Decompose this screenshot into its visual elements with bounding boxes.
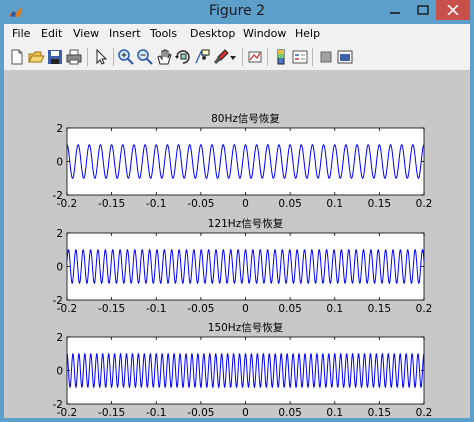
save-icon[interactable] [46, 48, 64, 66]
subplot-121hz[interactable]: 121Hz信号恢复 -0.2 -0.15 -0.1 -0.05 0 0.05 0.1 0.15… [53, 217, 433, 315]
y-tick-label: 2 [56, 123, 63, 135]
minimize-button[interactable] [381, 0, 409, 20]
x-tick-label: 0.05 [278, 303, 301, 315]
y-tick-label: 0 [56, 262, 63, 274]
brush-icon[interactable] [212, 48, 230, 66]
x-tick-label: -0.05 [187, 198, 214, 210]
y-tick-label: -2 [53, 399, 63, 411]
x-tick-label: 0.2 [416, 198, 433, 210]
x-tick-label: -0.1 [146, 407, 167, 418]
x-tick-label: 0.15 [368, 303, 391, 315]
menu-file[interactable]: File [12, 27, 30, 40]
rotate-3d-icon[interactable] [174, 48, 192, 66]
x-tick-label: 0.05 [278, 407, 301, 418]
x-tick-label: 0 [242, 303, 249, 315]
y-tick-label: 2 [56, 332, 63, 344]
subplot-title: 150Hz信号恢复 [208, 321, 284, 334]
x-tick-label: -0.15 [98, 407, 125, 418]
maximize-button[interactable] [409, 0, 437, 20]
print-icon[interactable] [65, 48, 83, 66]
zoom-in-icon[interactable] [117, 48, 135, 66]
toolbar-separator [113, 48, 114, 66]
x-tick-label: 0 [242, 198, 249, 210]
menu-help[interactable]: Help [295, 27, 320, 40]
hide-plot-tools-icon[interactable] [317, 48, 335, 66]
menu-edit[interactable]: Edit [41, 27, 62, 40]
figure-window: Figure 2 File Edit View Insert Tools Des… [0, 0, 474, 422]
menu-tools[interactable]: Tools [150, 27, 177, 40]
menu-desktop[interactable]: Desktop [190, 27, 235, 40]
title-bar[interactable]: Figure 2 [0, 0, 474, 24]
x-tick-label: -0.1 [146, 198, 167, 210]
subplot-150hz[interactable]: 150Hz信号恢复 -0.2 -0.15 -0.1 -0.05 0 0.05 0.1 0.15… [53, 321, 433, 419]
menu-view[interactable]: View [73, 27, 99, 40]
axes-box [66, 336, 425, 405]
figure-toolbar [4, 44, 470, 71]
brush-dropdown-icon[interactable] [229, 48, 237, 66]
insert-colorbar-icon[interactable] [272, 48, 290, 66]
pan-icon[interactable] [155, 48, 173, 66]
edit-plot-icon[interactable] [92, 48, 110, 66]
open-file-icon[interactable] [27, 48, 45, 66]
x-tick-label: -0.05 [187, 407, 214, 418]
data-cursor-icon[interactable] [193, 48, 211, 66]
x-tick-label: 0.15 [368, 198, 391, 210]
x-tick-label: -0.1 [146, 303, 167, 315]
subplot-title: 80Hz信号恢复 [211, 112, 280, 125]
x-tick-label: 0 [242, 407, 249, 418]
toolbar-separator [267, 48, 268, 66]
subplot-title: 121Hz信号恢复 [208, 217, 284, 230]
subplot-80hz[interactable]: 80Hz信号恢复 -0.2 -0.15 -0.1 -0.05 0 0.05 0.1 0.15 0… [53, 112, 433, 210]
y-tick-label: 0 [56, 157, 63, 169]
close-button[interactable] [436, 0, 470, 20]
x-tick-label: 0.1 [326, 303, 343, 315]
menu-window[interactable]: Window [243, 27, 286, 40]
x-tick-label: 0.1 [326, 198, 343, 210]
y-tick-label: 2 [56, 228, 63, 240]
figure-plots[interactable]: 80Hz信号恢复 -0.2 -0.15 -0.1 -0.05 0 0.05 0.1 0.15 0… [4, 71, 470, 419]
toolbar-separator [312, 48, 313, 66]
x-tick-label: -0.15 [98, 198, 125, 210]
menu-insert[interactable]: Insert [109, 27, 141, 40]
menu-bar: File Edit View Insert Tools Desktop Wind… [4, 24, 470, 44]
zoom-out-icon[interactable] [136, 48, 154, 66]
figure-client-area: File Edit View Insert Tools Desktop Wind… [4, 24, 470, 419]
insert-legend-icon[interactable] [291, 48, 309, 66]
show-plot-tools-icon[interactable] [336, 48, 354, 66]
y-tick-label: 0 [56, 366, 63, 378]
toolbar-separator [87, 48, 88, 66]
y-tick-label: -2 [53, 190, 63, 202]
axes-box [66, 127, 425, 196]
x-tick-label: 0.15 [368, 407, 391, 418]
x-tick-label: -0.15 [98, 303, 125, 315]
x-tick-label: 0.2 [416, 407, 433, 418]
toolbar-separator [242, 48, 243, 66]
x-tick-label: 0.2 [416, 303, 433, 315]
x-tick-label: -0.05 [187, 303, 214, 315]
y-tick-label: -2 [53, 295, 63, 307]
link-plot-icon[interactable] [246, 48, 264, 66]
new-figure-icon[interactable] [8, 48, 26, 66]
axes-box [66, 232, 425, 301]
x-tick-label: 0.1 [326, 407, 343, 418]
figure-canvas[interactable]: 80Hz信号恢复 -0.2 -0.15 -0.1 -0.05 0 0.05 0.1 0.15 0… [4, 71, 470, 419]
x-tick-label: 0.05 [278, 198, 301, 210]
